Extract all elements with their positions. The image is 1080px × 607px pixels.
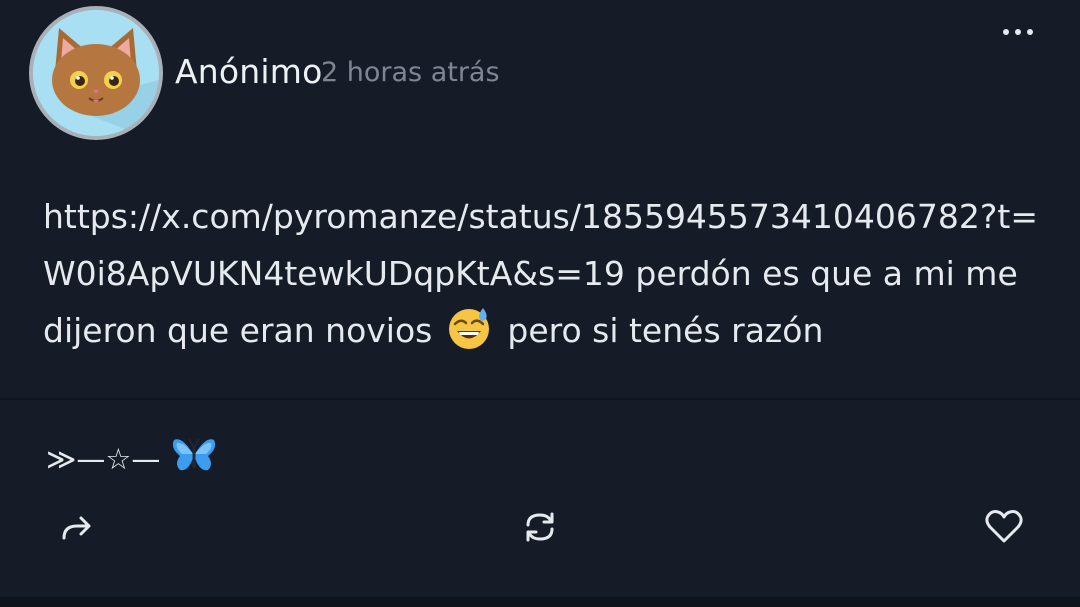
heart-icon	[985, 510, 1023, 543]
sweat-smile-emoji	[447, 306, 491, 367]
like-button[interactable]	[982, 505, 1026, 549]
post-timestamp: 2 horas atrás	[321, 57, 500, 88]
signature: ≫—☆—	[46, 436, 216, 481]
cat-avatar-icon	[33, 10, 159, 136]
more-horizontal-icon	[1003, 29, 1033, 35]
share-button[interactable]	[55, 505, 99, 549]
repost-icon	[526, 512, 554, 542]
avatar[interactable]	[29, 6, 163, 140]
post-card: Anónimo 2 horas atrás https://x.com/pyro…	[0, 0, 1080, 607]
author-name[interactable]: Anónimo	[175, 52, 323, 91]
repost-button[interactable]	[518, 505, 562, 549]
divider	[0, 398, 1080, 400]
post-text-continued: pero si tenés razón	[507, 311, 824, 350]
signature-text: ≫—☆—	[46, 441, 161, 476]
more-options-button[interactable]	[996, 18, 1040, 46]
butterfly-emoji	[172, 436, 216, 481]
post-body: https://x.com/pyromanze/status/185594557…	[43, 188, 1043, 367]
bottom-edge	[0, 597, 1080, 607]
share-forward-icon	[62, 516, 91, 540]
